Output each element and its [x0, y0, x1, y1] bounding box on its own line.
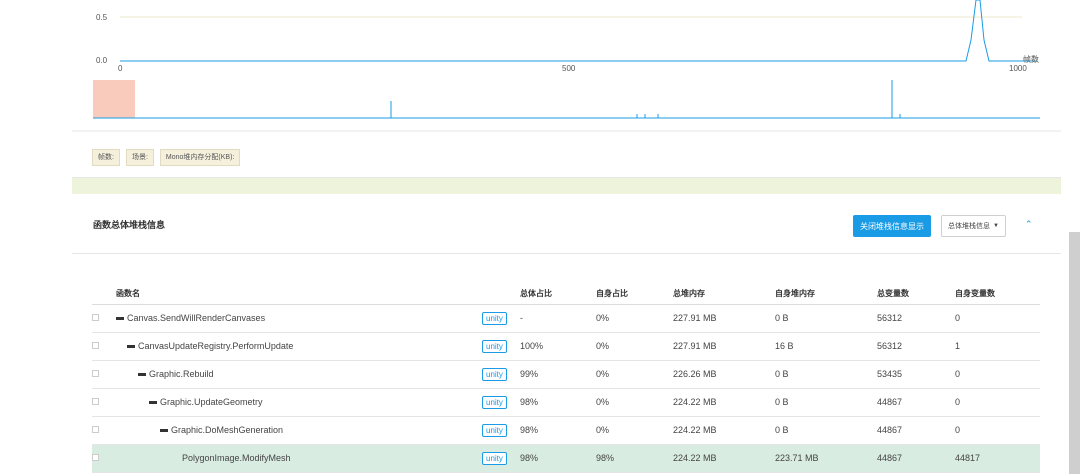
total-vars-cell: 44867 — [877, 444, 955, 473]
total-pct-cell: 98% — [520, 416, 596, 445]
total-stack-label: 总体堆栈信息 — [948, 223, 990, 230]
column-header[interactable]: 函数名 — [116, 284, 482, 305]
x-tick-label: 500 — [562, 64, 576, 73]
column-header[interactable]: 自身变量数 — [955, 284, 1040, 305]
total-heap-cell: 224.22 MB — [673, 444, 775, 473]
unity-tag: unity — [482, 396, 507, 409]
self-vars-cell: 0 — [955, 304, 1040, 333]
row-checkbox[interactable] — [92, 398, 99, 405]
x-axis-unit: 帧数 — [1023, 54, 1039, 64]
column-header[interactable]: 总体占比 — [520, 284, 596, 305]
stack-panel-header: 函数总体堆栈信息 关闭堆栈信息显示 总体堆栈信息 ▼ ⌃ — [72, 194, 1061, 254]
total-vars-cell: 56312 — [877, 332, 955, 361]
table-row[interactable]: Graphic.DoMeshGeneration unity 98% 0% 22… — [92, 416, 1040, 445]
scrollbar-thumb[interactable] — [1069, 232, 1080, 474]
self-heap-cell: 223.71 MB — [775, 444, 877, 473]
range-selector[interactable] — [93, 80, 135, 118]
unity-tag: unity — [482, 424, 507, 437]
function-name: Graphic.Rebuild — [149, 369, 214, 379]
unity-tag: unity — [482, 340, 507, 353]
total-pct-cell: 100% — [520, 332, 596, 361]
row-checkbox[interactable] — [92, 314, 99, 321]
stack-table: 函数名 总体占比 自身占比 总堆内存 自身堆内存 总变量数 自身变量数 Canv… — [92, 284, 1040, 473]
total-heap-cell: 227.91 MB — [673, 332, 775, 361]
memory-chart-panel: 0.5 0.0 0 500 1000 帧数 帧数: 场景: Mono堆内存分配(… — [72, 0, 1061, 178]
column-header[interactable]: 总堆内存 — [673, 284, 775, 305]
table-row[interactable]: Graphic.UpdateGeometry unity 98% 0% 224.… — [92, 388, 1040, 417]
x-tick-label: 1000 — [1009, 64, 1027, 73]
row-checkbox[interactable] — [92, 342, 99, 349]
unity-tag: unity — [482, 368, 507, 381]
self-vars-cell: 0 — [955, 416, 1040, 445]
self-heap-cell: 16 B — [775, 332, 877, 361]
unity-tag: unity — [482, 452, 507, 465]
left-rail — [0, 0, 72, 474]
y-tick-label: 0.5 — [96, 13, 108, 22]
x-tick-label: 0 — [118, 64, 123, 73]
self-heap-cell: 0 B — [775, 360, 877, 389]
total-vars-cell: 56312 — [877, 304, 955, 333]
total-vars-cell: 44867 — [877, 416, 955, 445]
column-header[interactable]: 自身占比 — [596, 284, 673, 305]
total-pct-cell: 98% — [520, 444, 596, 473]
total-pct-cell: 98% — [520, 388, 596, 417]
frame-chip: 帧数: — [92, 149, 120, 166]
collapse-toggle-icon[interactable] — [138, 373, 146, 377]
self-pct-cell: 0% — [596, 332, 673, 361]
function-name: Graphic.DoMeshGeneration — [171, 425, 284, 435]
function-name: Canvas.SendWillRenderCanvases — [127, 313, 266, 323]
table-row[interactable]: Graphic.Rebuild unity 99% 0% 226.26 MB 0… — [92, 360, 1040, 389]
series-line — [120, 0, 1022, 62]
panel-title: 函数总体堆栈信息 — [93, 220, 166, 230]
y-tick-label: 0.0 — [96, 56, 108, 65]
column-header[interactable]: 总变量数 — [877, 284, 955, 305]
self-vars-cell: 1 — [955, 332, 1040, 361]
table-header-row: 函数名 总体占比 自身占比 总堆内存 自身堆内存 总变量数 自身变量数 — [92, 284, 1040, 305]
collapse-toggle-icon[interactable] — [160, 429, 168, 433]
row-checkbox[interactable] — [92, 370, 99, 377]
total-heap-cell: 226.26 MB — [673, 360, 775, 389]
self-pct-cell: 0% — [596, 360, 673, 389]
self-pct-cell: 98% — [596, 444, 673, 473]
self-heap-cell: 0 B — [775, 304, 877, 333]
row-checkbox[interactable] — [92, 426, 99, 433]
caret-down-icon: ▼ — [993, 223, 999, 229]
collapse-toggle-icon[interactable] — [149, 401, 157, 405]
total-heap-cell: 224.22 MB — [673, 388, 775, 417]
table-row[interactable]: Canvas.SendWillRenderCanvases unity - 0%… — [92, 304, 1040, 333]
mono-heap-chip: Mono堆内存分配(KB): — [159, 149, 241, 166]
self-pct-cell: 0% — [596, 416, 673, 445]
self-vars-cell: 44817 — [955, 444, 1040, 473]
row-checkbox[interactable] — [92, 454, 99, 461]
function-name: Graphic.UpdateGeometry — [160, 397, 263, 407]
total-heap-cell: 227.91 MB — [673, 304, 775, 333]
unity-tag: unity — [482, 312, 507, 325]
self-heap-cell: 0 B — [775, 388, 877, 417]
column-header[interactable]: 自身堆内存 — [775, 284, 877, 305]
close-stack-button[interactable]: 关闭堆栈信息显示 — [853, 215, 931, 237]
total-stack-dropdown[interactable]: 总体堆栈信息 ▼ — [941, 215, 1006, 237]
total-pct-cell: 99% — [520, 360, 596, 389]
collapse-toggle-icon[interactable] — [116, 317, 124, 321]
self-vars-cell: 0 — [955, 388, 1040, 417]
chevron-up-icon[interactable]: ⌃ — [1025, 219, 1033, 230]
self-heap-cell: 0 B — [775, 416, 877, 445]
function-name: CanvasUpdateRegistry.PerformUpdate — [138, 341, 294, 351]
total-vars-cell: 53435 — [877, 360, 955, 389]
total-vars-cell: 44867 — [877, 388, 955, 417]
table-row-selected[interactable]: PolygonImage.ModifyMesh unity 98% 98% 22… — [92, 444, 1040, 473]
collapse-toggle-icon[interactable] — [127, 345, 135, 349]
function-name: PolygonImage.ModifyMesh — [182, 453, 291, 463]
frame-info-row: 帧数: 场景: Mono堆内存分配(KB): — [92, 149, 241, 166]
total-pct-cell: - — [520, 304, 596, 333]
scene-chip: 场景: — [125, 149, 154, 166]
table-row[interactable]: CanvasUpdateRegistry.PerformUpdate unity… — [92, 332, 1040, 361]
self-pct-cell: 0% — [596, 304, 673, 333]
self-pct-cell: 0% — [596, 388, 673, 417]
self-vars-cell: 0 — [955, 360, 1040, 389]
total-heap-cell: 224.22 MB — [673, 416, 775, 445]
stack-panel: 函数总体堆栈信息 关闭堆栈信息显示 总体堆栈信息 ▼ ⌃ 函数名 总体占比 自身… — [72, 194, 1061, 474]
